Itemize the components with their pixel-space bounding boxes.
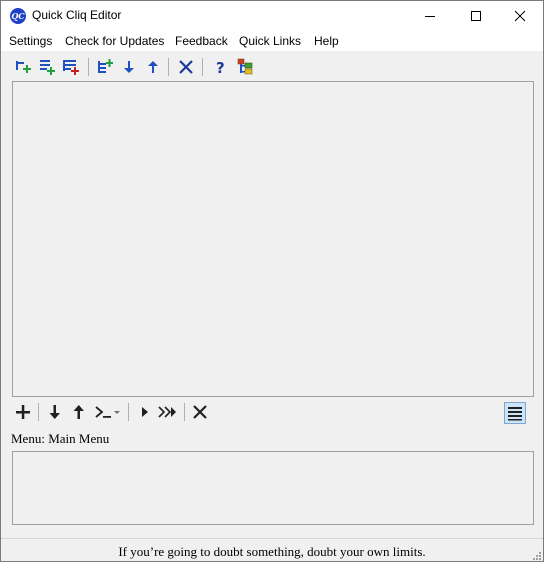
svg-text:?: ? xyxy=(216,59,225,76)
toolbar-separator xyxy=(88,58,89,76)
menu-feedback[interactable]: Feedback xyxy=(175,34,228,48)
command-dropdown[interactable] xyxy=(94,402,124,422)
add-menu-button[interactable] xyxy=(61,57,81,77)
add-menu-icon xyxy=(63,60,79,75)
run-icon xyxy=(142,407,148,417)
maximize-icon xyxy=(471,11,481,21)
app-window: QC Quick Cliq Editor Settings Check for … xyxy=(0,0,544,562)
status-bar: If you’re going to doubt something, doub… xyxy=(1,538,543,561)
help-button[interactable]: ? xyxy=(210,57,230,77)
main-toolbar: ? xyxy=(1,51,543,81)
resize-grip-icon[interactable] xyxy=(531,550,541,560)
add-submenu-icon xyxy=(40,60,55,75)
run-all-button[interactable] xyxy=(157,402,181,422)
menu-tree-panel[interactable] xyxy=(12,81,534,397)
close-button[interactable] xyxy=(497,1,543,31)
close-icon xyxy=(514,10,526,22)
move-up-icon xyxy=(148,61,158,73)
item-move-down-button[interactable] xyxy=(45,402,65,422)
move-up-button[interactable] xyxy=(143,57,163,77)
menu-section-label: Menu: Main Menu xyxy=(11,431,110,446)
window-title: Quick Cliq Editor xyxy=(32,8,122,22)
minimize-icon xyxy=(425,16,435,17)
add-icon xyxy=(16,405,30,419)
delete-icon xyxy=(193,405,207,419)
maximize-button[interactable] xyxy=(453,1,499,31)
menu-settings[interactable]: Settings xyxy=(9,34,52,48)
menu-check-for-updates[interactable]: Check for Updates xyxy=(65,34,164,48)
add-item-button[interactable] xyxy=(13,57,33,77)
add-submenu-button[interactable] xyxy=(37,57,57,77)
command-icon xyxy=(95,406,120,418)
minimize-button[interactable] xyxy=(407,1,453,31)
toolbar-separator xyxy=(128,403,129,421)
menu-details-panel[interactable] xyxy=(12,451,534,525)
delete-button[interactable] xyxy=(176,57,196,77)
menu-quick-links[interactable]: Quick Links xyxy=(239,34,301,48)
app-logo-icon: QC xyxy=(10,8,26,24)
run-all-icon xyxy=(158,406,176,418)
toolbar-separator xyxy=(38,403,39,421)
toolbar-separator xyxy=(202,58,203,76)
add-item-icon xyxy=(16,61,31,73)
menu-bar: Settings Check for Updates Feedback Quic… xyxy=(1,32,543,51)
tree-button[interactable] xyxy=(235,57,255,77)
menu-help[interactable]: Help xyxy=(314,34,339,48)
delete-icon xyxy=(179,60,193,74)
add-group-icon xyxy=(98,59,113,73)
move-down-icon xyxy=(124,61,134,73)
move-down-icon xyxy=(49,405,60,419)
toolbar-separator xyxy=(184,403,185,421)
move-down-button[interactable] xyxy=(119,57,139,77)
list-view-toggle[interactable] xyxy=(504,402,526,424)
item-delete-button[interactable] xyxy=(190,402,210,422)
run-button[interactable] xyxy=(135,402,155,422)
list-view-icon xyxy=(508,407,522,421)
move-up-icon xyxy=(73,405,84,419)
status-quote: If you’re going to doubt something, doub… xyxy=(118,544,426,559)
item-move-up-button[interactable] xyxy=(69,402,89,422)
add-group-button[interactable] xyxy=(95,57,115,77)
help-icon: ? xyxy=(216,59,225,76)
toolbar-separator xyxy=(168,58,169,76)
add-button[interactable] xyxy=(13,402,33,422)
tree-icon xyxy=(237,58,253,75)
title-bar[interactable]: QC Quick Cliq Editor xyxy=(1,1,543,32)
